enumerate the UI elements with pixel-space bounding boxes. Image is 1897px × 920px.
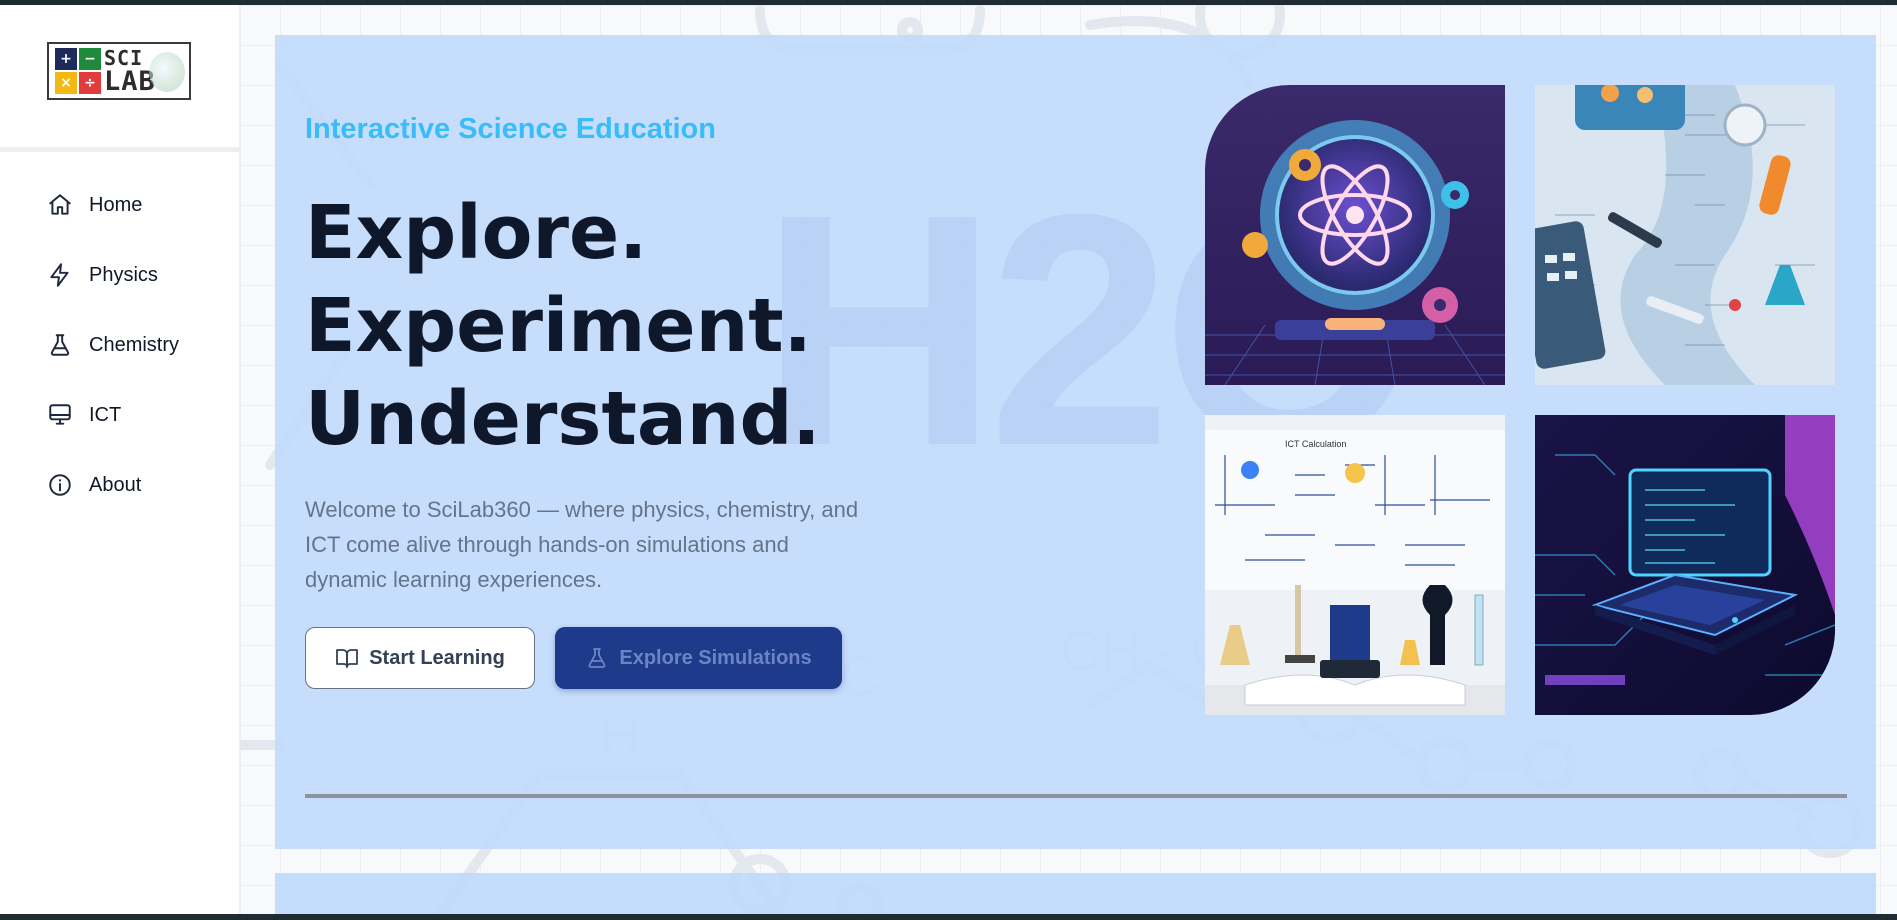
atom-illustration-image xyxy=(1205,85,1505,385)
sidebar-item-label: Chemistry xyxy=(89,333,180,356)
hero-headline: Explore. Experiment. Understand. xyxy=(305,187,821,466)
sidebar-item-label: About xyxy=(89,473,142,496)
flask-icon xyxy=(588,648,606,668)
headline-line-experiment: Experiment. xyxy=(305,283,812,369)
explore-simulations-button[interactable]: Explore Simulations xyxy=(555,627,842,689)
scilab-logo[interactable]: + − × ÷ SCI LAB xyxy=(47,42,191,100)
sidebar-divider xyxy=(0,147,240,152)
neon-laptop-illustration-image xyxy=(1535,415,1835,715)
headline-line-explore: Explore. xyxy=(305,190,648,276)
physics-desk-flatlay-image xyxy=(1535,85,1835,385)
info-icon xyxy=(49,474,71,496)
explore-simulations-label: Explore Simulations xyxy=(619,646,812,669)
sidebar-item-label: Home xyxy=(89,193,143,216)
whiteboard-title: ICT Calculation xyxy=(1285,439,1346,449)
sidebar-nav: Home Physics Chemistry ICT About xyxy=(47,188,179,538)
headline-line-understand: Understand. xyxy=(305,376,821,462)
minus-icon: − xyxy=(79,48,101,70)
sidebar-item-label: Physics xyxy=(89,263,158,286)
flask-icon xyxy=(50,334,70,356)
next-section xyxy=(275,873,1876,914)
book-open-icon xyxy=(336,649,359,668)
sidebar-item-ict[interactable]: ICT xyxy=(47,398,179,432)
logo-sci-text: SCI xyxy=(104,45,144,70)
hero-divider xyxy=(305,794,1847,798)
multiply-icon: × xyxy=(55,72,77,94)
globe-icon xyxy=(149,52,185,92)
sidebar-item-chemistry[interactable]: Chemistry xyxy=(47,328,179,362)
hero-description: Welcome to SciLab360 — where physics, ch… xyxy=(305,497,859,592)
sidebar-item-home[interactable]: Home xyxy=(47,188,179,222)
start-learning-button[interactable]: Start Learning xyxy=(305,627,535,689)
divide-icon: ÷ xyxy=(79,72,101,94)
logo-symbol-grid: + − × ÷ xyxy=(55,48,101,94)
logo-lab-text: LAB xyxy=(104,65,156,97)
bottom-edge-bar xyxy=(0,914,1897,920)
hero-eyebrow: Interactive Science Education xyxy=(305,113,716,145)
plus-icon: + xyxy=(55,48,77,70)
home-icon xyxy=(49,194,71,215)
sidebar-item-physics[interactable]: Physics xyxy=(47,258,179,292)
sidebar: + − × ÷ SCI LAB Home Physics Chemistry I… xyxy=(0,5,240,914)
lab-whiteboard-photo-image: ICT Calculation xyxy=(1205,415,1505,715)
lightning-icon xyxy=(50,263,69,287)
monitor-icon xyxy=(49,404,71,425)
start-learning-label: Start Learning xyxy=(369,646,505,669)
logo-wordmark: SCI LAB xyxy=(104,48,156,95)
sidebar-item-about[interactable]: About xyxy=(47,468,179,502)
sidebar-item-label: ICT xyxy=(89,403,122,426)
